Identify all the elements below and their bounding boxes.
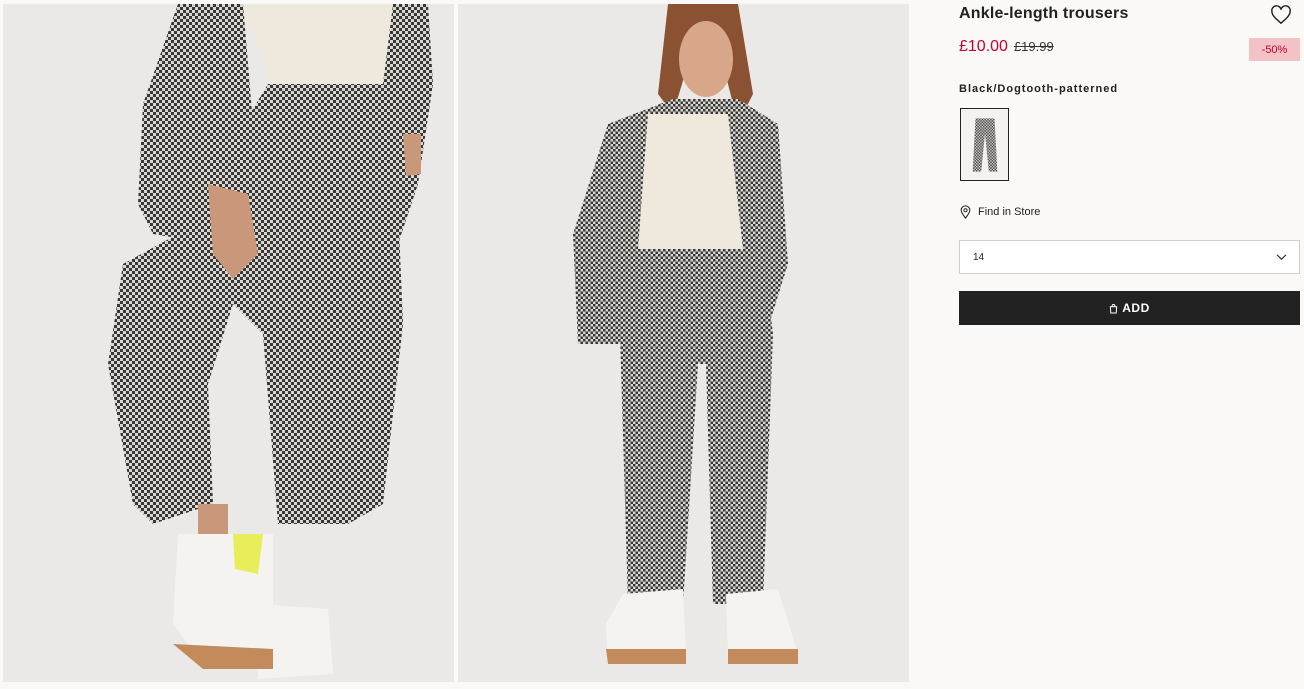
- shopping-bag-icon: [1110, 303, 1118, 313]
- product-photo-closeup: [3, 4, 454, 682]
- discount-badge: -50%: [1249, 38, 1300, 61]
- price-original: £19.99: [1013, 39, 1054, 54]
- price-row: £10.00 £19.99: [959, 38, 1054, 56]
- heart-icon[interactable]: [1270, 5, 1292, 25]
- product-photo-full: [458, 4, 909, 682]
- trousers-thumbnail: [972, 117, 997, 172]
- product-image-closeup[interactable]: [3, 4, 454, 682]
- product-image-full[interactable]: [458, 4, 909, 682]
- color-swatch[interactable]: [960, 108, 1009, 181]
- size-selected-value: 14: [973, 251, 985, 263]
- color-name: Black/Dogtooth-patterned: [959, 83, 1119, 95]
- size-select[interactable]: 14: [959, 240, 1300, 274]
- find-in-store-link[interactable]: Find in Store: [960, 205, 1040, 219]
- add-to-bag-button[interactable]: ADD: [959, 291, 1300, 325]
- product-title: Ankle-length trousers: [959, 5, 1129, 22]
- find-in-store-label: Find in Store: [978, 206, 1041, 218]
- location-pin-icon: [960, 205, 971, 219]
- price-current: £10.00: [959, 38, 1008, 55]
- product-page: Ankle-length trousers £10.00 £19.99 -50%…: [0, 0, 1304, 689]
- chevron-down-icon: [1276, 253, 1287, 260]
- add-button-label: ADD: [1122, 301, 1150, 315]
